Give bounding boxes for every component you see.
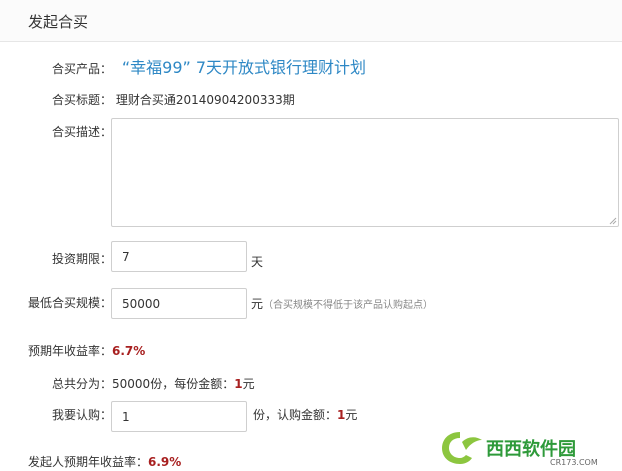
subscribe-label: 我要认购： <box>52 408 113 422</box>
title-label: 合买标题： <box>52 93 113 107</box>
watermark-logo-icon: 西西软件园 CR173.COM <box>442 432 598 467</box>
page-title: 发起合买 <box>28 13 89 31</box>
shares-count: 50000份，每份金额： <box>112 377 235 391</box>
subscribe-row: 我要认购： <box>52 406 112 423</box>
subscribe-amount-wrap: 份，认购金额：1元 <box>253 406 357 423</box>
expected-rate-value: 6.7% <box>112 344 146 358</box>
min-scale-row: 最低合买规模： <box>28 294 112 311</box>
watermark-brand: 西西软件园 <box>486 438 576 460</box>
initiator-rate-row: 发起人预期年收益率：6.9% <box>28 453 181 470</box>
description-label: 合买描述： <box>52 125 113 139</box>
resize-grip-icon[interactable] <box>609 217 617 225</box>
title-value: 理财合买通20140904200333期 <box>115 93 295 107</box>
shares-label: 总共分为： <box>52 377 113 391</box>
page: 发起合买 合买产品： “幸福99” 7天开放式银行理财计划 合买标题： 理财合买… <box>0 0 622 471</box>
watermark-domain: CR173.COM <box>550 458 598 467</box>
initiator-rate-value: 6.9% <box>148 455 182 469</box>
expected-rate-row: 预期年收益率：6.7% <box>28 342 145 359</box>
min-scale-hint: （合买规模不得低于该产品认购起点） <box>263 300 434 311</box>
min-scale-input[interactable] <box>111 288 247 319</box>
subscribe-unit: 元 <box>345 408 358 422</box>
min-scale-label: 最低合买规模： <box>28 296 113 310</box>
description-textarea[interactable] <box>111 118 619 227</box>
expected-rate-label: 预期年收益率： <box>28 344 113 358</box>
period-row: 投资期限： <box>52 250 112 267</box>
description-row: 合买描述： <box>52 123 112 140</box>
period-input[interactable] <box>111 241 247 272</box>
min-scale-unit-wrap: 元（合买规模不得低于该产品认购起点） <box>251 295 433 312</box>
product-name-link[interactable]: “幸福99” 7天开放式银行理财计划 <box>122 58 366 77</box>
initiator-rate-label: 发起人预期年收益率： <box>28 455 149 469</box>
product-label: 合买产品： <box>52 62 113 76</box>
product-row: 合买产品： “幸福99” 7天开放式银行理财计划 <box>52 54 366 78</box>
shares-per-share: 1 <box>234 377 243 391</box>
subscribe-suffix: 份，认购金额： <box>253 408 338 422</box>
subscribe-input[interactable] <box>111 401 247 432</box>
page-header: 发起合买 <box>0 0 622 42</box>
min-scale-unit: 元 <box>251 297 264 311</box>
title-row: 合买标题： 理财合买通20140904200333期 <box>52 91 295 108</box>
shares-unit: 元 <box>242 377 255 391</box>
period-label: 投资期限： <box>52 252 113 266</box>
shares-row: 总共分为：50000份，每份金额：1元 <box>52 375 255 392</box>
period-unit: 天 <box>251 255 264 269</box>
